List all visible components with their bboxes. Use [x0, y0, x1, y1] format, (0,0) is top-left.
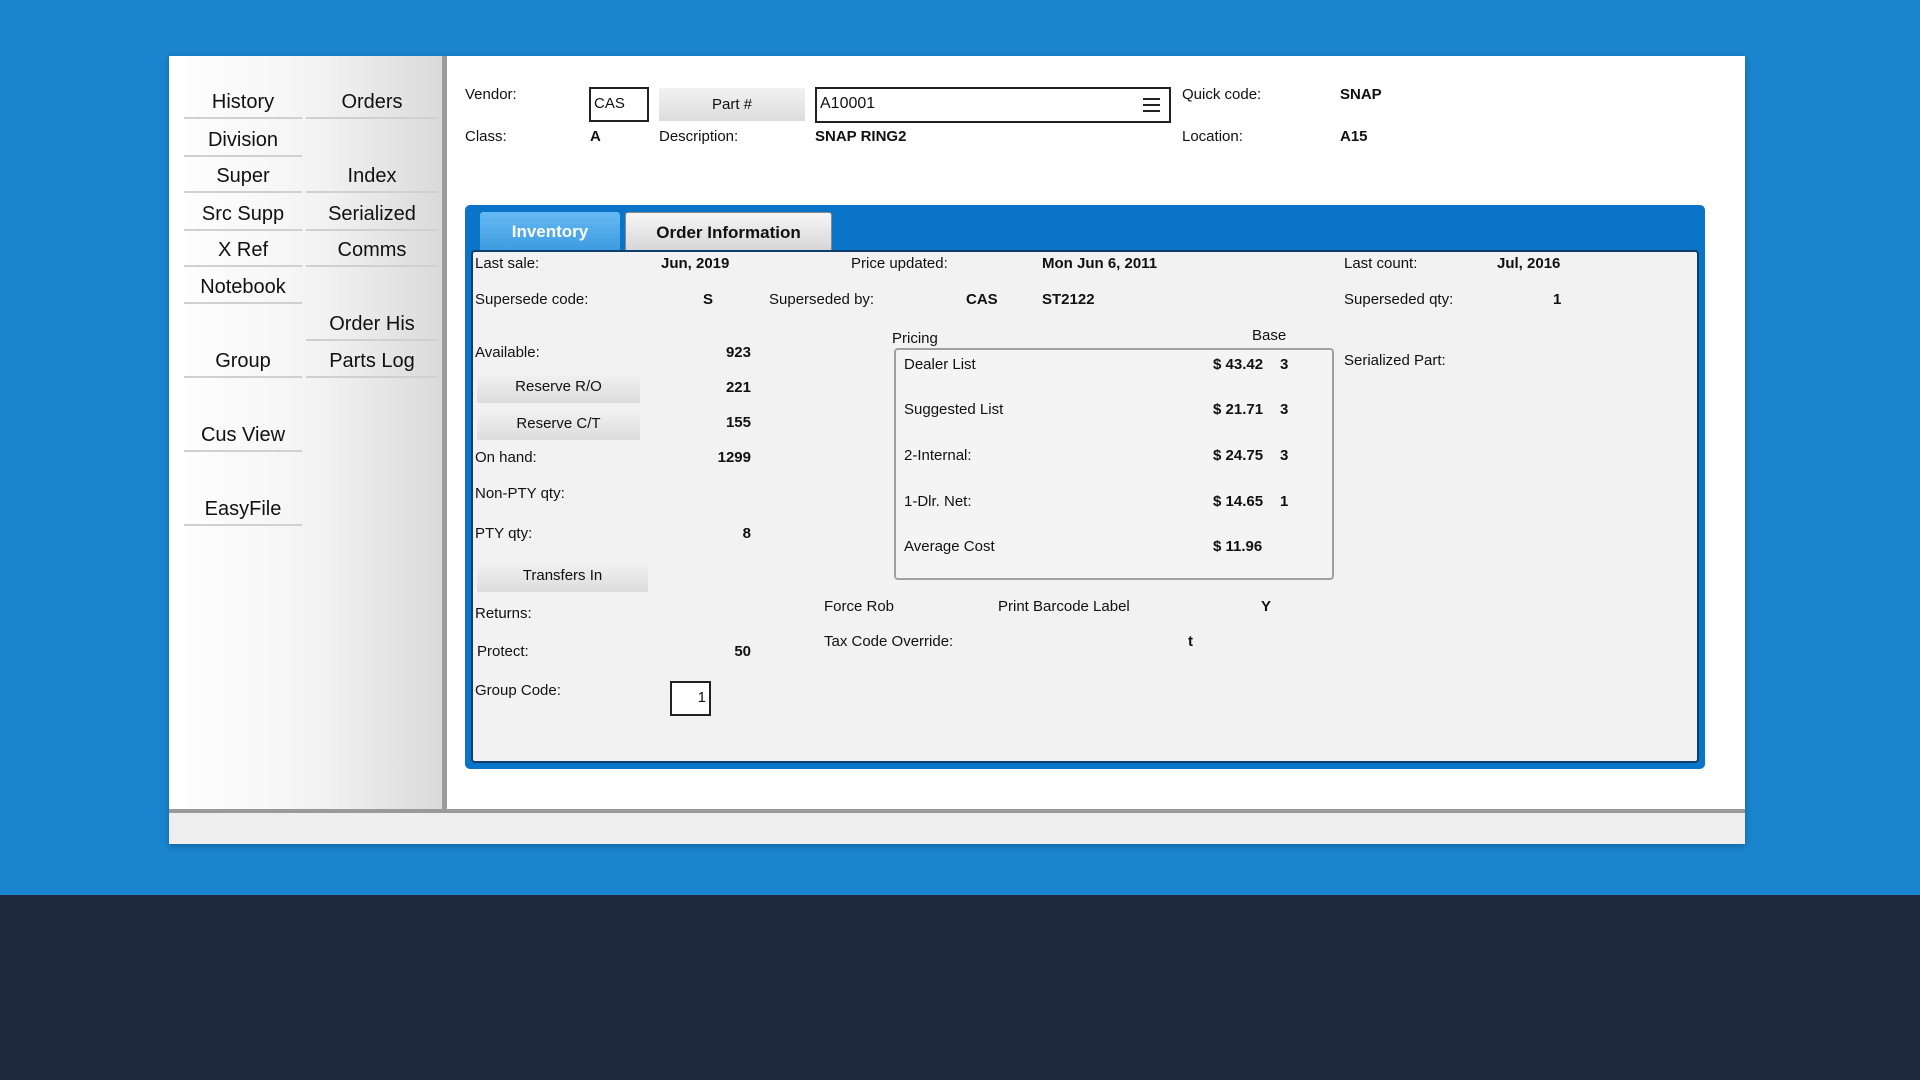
sidebar-item-order-his[interactable]: Order His — [306, 312, 438, 341]
reserve-ro-button[interactable]: Reserve R/O — [477, 373, 640, 403]
last-sale-value: Jun, 2019 — [661, 255, 730, 272]
class-value: A — [590, 128, 601, 145]
superseded-by-part: ST2122 — [1042, 291, 1095, 308]
tab-inventory[interactable]: Inventory — [480, 212, 620, 252]
protect-value: 50 — [734, 643, 751, 660]
pricing-row-base: 3 — [1280, 447, 1289, 464]
sidebar: History Division Super Src Supp X Ref No… — [169, 56, 447, 809]
part-number-input[interactable]: A10001 — [815, 87, 1171, 123]
group-code-label: Group Code: — [475, 682, 561, 699]
pricing-row-base: 3 — [1280, 356, 1289, 373]
sidebar-item-index[interactable]: Index — [306, 164, 438, 193]
pricing-row-price: $ 43.42 — [1213, 356, 1264, 373]
inventory-content: Last sale: Jun, 2019 Price updated: Mon … — [471, 250, 1699, 763]
superseded-qty-label: Superseded qty: — [1344, 291, 1454, 308]
print-barcode-label: Print Barcode Label — [998, 598, 1130, 615]
pricing-box: Dealer List $ 43.42 3 Suggested List $ 2… — [894, 348, 1334, 580]
sidebar-item-history[interactable]: History — [184, 90, 302, 119]
quick-code-value: SNAP — [1340, 86, 1382, 103]
sidebar-item-comms[interactable]: Comms — [306, 238, 438, 267]
pricing-row-label: Average Cost — [904, 538, 995, 555]
available-value: 923 — [725, 344, 751, 361]
vendor-input[interactable]: CAS — [589, 87, 649, 122]
price-updated-label: Price updated: — [851, 255, 948, 272]
group-code-input[interactable]: 1 — [670, 681, 711, 716]
window-status-bar — [169, 809, 1745, 844]
pricing-row-label: 2-Internal: — [904, 447, 972, 464]
pricing-row-label: 1-Dlr. Net: — [904, 493, 972, 510]
reserve-ct-value: 155 — [725, 414, 751, 431]
tab-order-information[interactable]: Order Information — [625, 212, 832, 252]
location-label: Location: — [1182, 128, 1243, 145]
part-number-button[interactable]: Part # — [659, 88, 805, 121]
background-navy — [0, 895, 1920, 1080]
pricing-title: Pricing — [892, 330, 938, 347]
supersede-code-value: S — [703, 291, 714, 308]
superseded-qty-value: 1 — [1553, 291, 1562, 308]
tax-code-override-value: t — [1188, 633, 1193, 650]
pricing-row-label: Dealer List — [904, 356, 976, 373]
tab-panel: Inventory Order Information Last sale: J… — [465, 205, 1705, 769]
last-count-label: Last count: — [1344, 255, 1418, 272]
pricing-base-label: Base — [1252, 327, 1287, 344]
returns-label: Returns: — [475, 605, 532, 622]
tax-code-override-label: Tax Code Override: — [824, 633, 954, 650]
last-count-value: Jul, 2016 — [1497, 255, 1561, 272]
quick-code-label: Quick code: — [1182, 86, 1262, 103]
transfers-in-button[interactable]: Transfers In — [477, 562, 648, 592]
price-updated-value: Mon Jun 6, 2011 — [1042, 255, 1158, 272]
pricing-row-base: 1 — [1280, 493, 1289, 510]
sidebar-item-easyfile[interactable]: EasyFile — [184, 497, 302, 526]
pricing-row-base: 3 — [1280, 401, 1289, 418]
menu-icon[interactable] — [1143, 98, 1160, 112]
available-label: Available: — [475, 344, 540, 361]
reserve-ro-value: 221 — [725, 379, 751, 396]
pty-qty-value: 8 — [742, 525, 751, 542]
serialized-part-label: Serialized Part: — [1344, 352, 1446, 369]
sidebar-item-x-ref[interactable]: X Ref — [184, 238, 302, 267]
sidebar-item-parts-log[interactable]: Parts Log — [306, 349, 438, 378]
vendor-label: Vendor: — [465, 86, 517, 103]
sidebar-item-super[interactable]: Super — [184, 164, 302, 193]
sidebar-item-orders[interactable]: Orders — [306, 90, 438, 119]
sidebar-item-cus-view[interactable]: Cus View — [184, 423, 302, 452]
superseded-by-vendor: CAS — [966, 291, 998, 308]
description-value: SNAP RING2 — [815, 128, 907, 145]
class-label: Class: — [465, 128, 507, 145]
location-value: A15 — [1340, 128, 1368, 145]
sidebar-item-serialized[interactable]: Serialized — [306, 202, 438, 231]
pricing-row-price: $ 24.75 — [1213, 447, 1264, 464]
on-hand-label: On hand: — [475, 449, 537, 466]
pricing-row-price: $ 11.96 — [1213, 538, 1263, 555]
sidebar-item-notebook[interactable]: Notebook — [184, 275, 302, 304]
protect-label: Protect: — [477, 643, 529, 660]
sidebar-item-division[interactable]: Division — [184, 128, 302, 157]
on-hand-value: 1299 — [717, 449, 751, 466]
pricing-row-price: $ 14.65 — [1213, 493, 1264, 510]
print-barcode-value: Y — [1261, 598, 1272, 615]
sidebar-item-group[interactable]: Group — [184, 349, 302, 378]
pricing-row-label: Suggested List — [904, 401, 1004, 418]
pricing-row-price: $ 21.71 — [1213, 401, 1264, 418]
superseded-by-label: Superseded by: — [769, 291, 875, 308]
pty-qty-label: PTY qty: — [475, 525, 533, 542]
non-pty-qty-label: Non-PTY qty: — [475, 485, 565, 502]
reserve-ct-button[interactable]: Reserve C/T — [477, 410, 640, 440]
sidebar-item-src-supp[interactable]: Src Supp — [184, 202, 302, 231]
force-rob-label: Force Rob — [824, 598, 895, 615]
last-sale-label: Last sale: — [475, 255, 540, 272]
part-number-value: A10001 — [820, 95, 876, 112]
description-label: Description: — [659, 128, 739, 145]
supersede-code-label: Supersede code: — [475, 291, 589, 308]
